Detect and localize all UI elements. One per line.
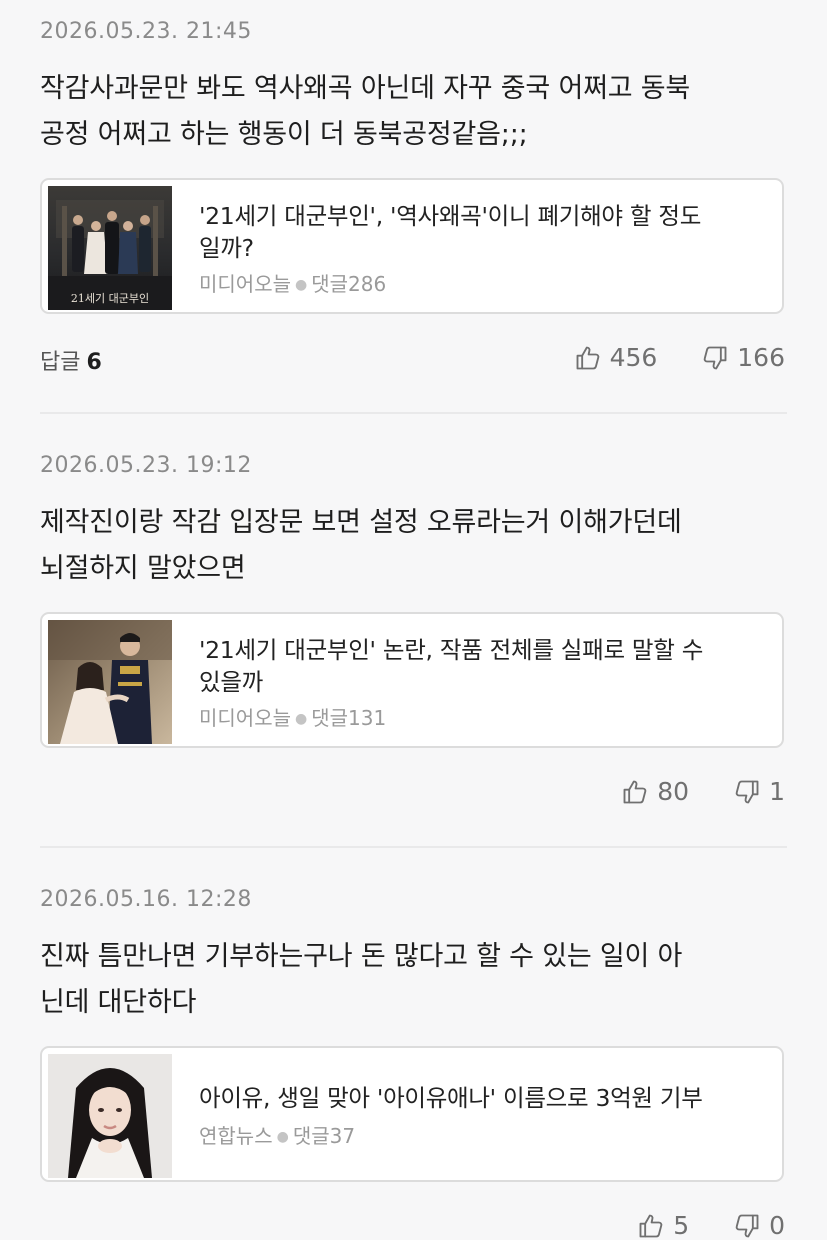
card-comment-count: 댓글286: [311, 272, 387, 296]
comment-item: 2026.05.16. 12:28 진짜 틈만나면 기부하는구나 돈 많다고 할…: [0, 868, 827, 1240]
card-source: 연합뉴스: [199, 1124, 273, 1148]
comment-item: 2026.05.23. 19:12 제작진이랑 작감 입장문 보면 설정 오류라…: [0, 434, 827, 849]
card-title-line: '21세기 대군부인' 논란, 작품 전체를 실패로 말할 수: [199, 636, 704, 664]
thumb-caption: 21세기 대군부인: [71, 292, 149, 305]
drama-poster-thumbnail-icon: 21세기 대군부인: [48, 186, 172, 310]
divider: [40, 412, 787, 414]
card-meta: 연합뉴스 ● 댓글37: [199, 1120, 355, 1149]
news-link-card[interactable]: '21세기 대군부인' 논란, 작품 전체를 실패로 말할 수 있을까 미디어오…: [40, 612, 784, 748]
card-comment-count: 댓글37: [292, 1124, 356, 1148]
like-count: 80: [657, 777, 690, 806]
comment-text-line: 제작진이랑 작감 입장문 보면 설정 오류라는거 이해가던데: [40, 507, 682, 538]
comment-text-line: 뇌절하지 말았으면: [40, 553, 246, 584]
card-meta: 미디어오늘 ● 댓글131: [199, 702, 386, 731]
drama-couple-thumbnail-icon: [48, 620, 172, 744]
like-count: 456: [609, 343, 658, 372]
news-link-card[interactable]: 아이유, 생일 맞아 '아이유애나' 이름으로 3억원 기부 연합뉴스 ● 댓글37: [40, 1046, 784, 1182]
thumbs-down-icon: [735, 1214, 759, 1237]
comment-text-line: 작감사과문만 봐도 역사왜곡 아닌데 자꾸 중국 어쩌고 동북: [40, 73, 691, 104]
vote-group: 456 166: [574, 343, 785, 372]
comment-date: 2026.05.23. 19:12: [40, 453, 252, 478]
dot-separator-icon: ●: [295, 711, 308, 727]
thumbs-up-icon: [576, 346, 599, 369]
like-button[interactable]: 80: [621, 777, 689, 806]
card-title-line: 아이유, 생일 맞아 '아이유애나' 이름으로 3억원 기부: [199, 1084, 703, 1112]
card-title-line: '21세기 대군부인', '역사왜곡'이니 폐기해야 할 정도: [199, 202, 702, 230]
card-meta: 미디어오늘 ● 댓글286: [199, 268, 386, 297]
dot-separator-icon: ●: [295, 277, 308, 293]
dislike-count: 1: [769, 777, 785, 806]
divider: [40, 846, 787, 848]
dislike-button[interactable]: 166: [701, 343, 785, 372]
portrait-thumbnail-icon: [48, 1054, 172, 1178]
card-title: '21세기 대군부인' 논란, 작품 전체를 실패로 말할 수 있을까: [199, 634, 774, 698]
card-title: 아이유, 생일 맞아 '아이유애나' 이름으로 3억원 기부: [199, 1082, 774, 1114]
vote-group: 5 0: [637, 1211, 785, 1240]
comment-item: 2026.05.23. 21:45 작감사과문만 봐도 역사왜곡 아닌데 자꾸 …: [0, 0, 827, 415]
reply-count: 6: [86, 350, 102, 375]
reply-button[interactable]: 답글 6: [40, 344, 102, 376]
dislike-button[interactable]: 1: [733, 777, 785, 806]
like-button[interactable]: 456: [574, 343, 658, 372]
thumbs-up-icon: [623, 780, 647, 803]
card-title-line: 있을까: [199, 668, 263, 696]
thumbs-up-icon: [639, 1214, 663, 1237]
comment-text-line: 닌데 대단하다: [40, 987, 197, 1018]
comment-date: 2026.05.16. 12:28: [40, 887, 252, 912]
thumbs-down-icon: [703, 346, 727, 369]
card-title-line: 일까?: [199, 234, 254, 262]
thumbs-down-icon: [735, 780, 759, 803]
comment-date: 2026.05.23. 21:45: [40, 19, 252, 44]
dislike-button[interactable]: 0: [733, 1211, 785, 1240]
dislike-count: 166: [737, 343, 785, 372]
like-button[interactable]: 5: [637, 1211, 689, 1240]
comment-text-line: 공정 어쩌고 하는 행동이 더 동북공정같음;;;: [40, 119, 528, 150]
comment-text-line: 진짜 틈만나면 기부하는구나 돈 많다고 할 수 있는 일이 아: [40, 941, 683, 972]
comment-text: 제작진이랑 작감 입장문 보면 설정 오류라는거 이해가던데 뇌절하지 말았으면: [40, 500, 770, 592]
like-count: 5: [673, 1211, 690, 1240]
card-title: '21세기 대군부인', '역사왜곡'이니 폐기해야 할 정도 일까?: [199, 200, 774, 264]
comment-text: 작감사과문만 봐도 역사왜곡 아닌데 자꾸 중국 어쩌고 동북 공정 어쩌고 하…: [40, 66, 770, 158]
dot-separator-icon: ●: [276, 1129, 289, 1145]
news-link-card[interactable]: 21세기 대군부인 '21세기 대군부인', '역사왜곡'이니 폐기해야 할 정…: [40, 178, 784, 314]
dislike-count: 0: [769, 1211, 785, 1240]
card-source: 미디어오늘: [199, 706, 291, 730]
reply-label: 답글: [40, 350, 81, 375]
vote-group: 80 1: [621, 777, 785, 806]
card-source: 미디어오늘: [199, 272, 291, 296]
comment-feed: 2026.05.23. 21:45 작감사과문만 봐도 역사왜곡 아닌데 자꾸 …: [0, 0, 827, 1240]
card-comment-count: 댓글131: [311, 706, 387, 730]
comment-text: 진짜 틈만나면 기부하는구나 돈 많다고 할 수 있는 일이 아 닌데 대단하다: [40, 934, 770, 1026]
